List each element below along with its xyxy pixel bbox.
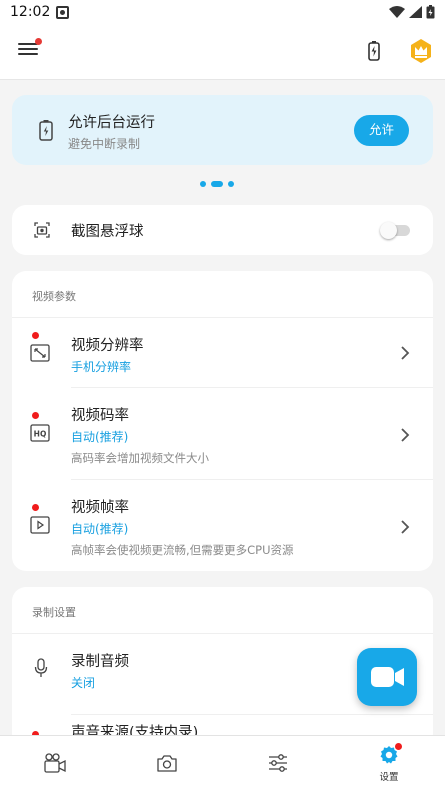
settings-notification-dot <box>395 743 402 750</box>
carousel-indicator <box>200 181 234 187</box>
menu-icon-line <box>18 53 38 55</box>
camera-icon <box>157 755 177 772</box>
background-run-banner: 允许后台运行 避免中断录制 允许 <box>12 95 433 165</box>
chevron-right-icon <box>401 346 410 360</box>
carousel-dot[interactable] <box>200 181 206 187</box>
screen-record-status-icon <box>56 5 70 19</box>
menu-button[interactable] <box>16 38 42 64</box>
nav-screenshots[interactable] <box>137 736 197 791</box>
battery-icon <box>368 41 380 61</box>
carousel-dot[interactable] <box>228 181 234 187</box>
hq-icon: HQ <box>30 424 50 442</box>
bitrate-title: 视频码率 <box>71 408 129 424</box>
framerate-desc: 高帧率会使视频更流畅,但需要更多CPU资源 <box>71 543 294 557</box>
banner-title: 允许后台运行 <box>68 115 155 131</box>
video-camera-icon <box>371 667 404 687</box>
resolution-icon <box>30 344 50 362</box>
signal-icon <box>409 6 422 18</box>
menu-notification-dot <box>35 38 42 45</box>
resolution-value: 手机分辨率 <box>71 360 132 374</box>
bitrate-desc: 高码率会增加视频文件大小 <box>71 451 209 465</box>
microphone-icon <box>34 658 48 677</box>
resolution-title: 视频分辨率 <box>71 338 144 354</box>
nav-videos[interactable] <box>25 736 85 791</box>
new-badge-dot <box>32 504 39 511</box>
record-fab[interactable] <box>357 648 417 706</box>
video-params-card: 视频参数 视频分辨率 手机分辨率 HQ 视频码率 自动(推荐) 高码率会增加视频… <box>12 271 433 571</box>
screenshot-floating-ball-card[interactable]: 截图悬浮球 <box>12 205 433 255</box>
carousel-dot-active[interactable] <box>211 181 223 187</box>
framerate-row[interactable]: 视频帧率 自动(推荐) 高帧率会使视频更流畅,但需要更多CPU资源 <box>12 480 433 571</box>
status-bar: 12:02 <box>0 0 445 24</box>
battery-status-icon <box>426 5 435 19</box>
new-badge-dot <box>32 412 39 419</box>
floating-ball-toggle[interactable] <box>380 222 412 239</box>
banner-subtitle: 避免中断录制 <box>68 137 141 151</box>
record-audio-title: 录制音频 <box>71 654 129 670</box>
bitrate-value: 自动(推荐) <box>71 430 129 444</box>
video-camera-nav-icon <box>44 753 66 773</box>
crown-icon <box>411 39 431 63</box>
nav-settings[interactable]: 设置 <box>359 736 419 791</box>
wifi-icon <box>389 6 405 18</box>
battery-charging-icon <box>39 120 53 141</box>
video-params-section-title: 视频参数 <box>32 290 76 303</box>
resolution-row[interactable]: 视频分辨率 手机分辨率 <box>12 318 433 387</box>
floating-ball-label: 截图悬浮球 <box>71 224 144 240</box>
bitrate-row[interactable]: HQ 视频码率 自动(推荐) 高码率会增加视频文件大小 <box>12 388 433 479</box>
status-icons <box>389 5 435 19</box>
video-play-icon <box>30 516 50 534</box>
battery-optimization-button[interactable] <box>362 38 386 66</box>
chevron-right-icon <box>401 520 410 534</box>
menu-icon-line <box>18 48 38 50</box>
screenshot-icon <box>34 222 50 238</box>
sliders-icon <box>269 754 287 772</box>
framerate-value: 自动(推荐) <box>71 522 129 536</box>
status-time: 12:02 <box>10 4 51 20</box>
bottom-nav: 设置 <box>0 735 445 791</box>
settings-label: 设置 <box>379 772 399 783</box>
new-badge-dot <box>32 332 39 339</box>
record-settings-section-title: 录制设置 <box>32 606 76 619</box>
record-audio-value: 关闭 <box>71 676 96 690</box>
nav-tools[interactable] <box>248 736 308 791</box>
framerate-title: 视频帧率 <box>71 500 129 516</box>
toggle-knob <box>380 222 397 239</box>
svg-text:HQ: HQ <box>34 430 47 439</box>
chevron-right-icon <box>401 428 410 442</box>
allow-button[interactable]: 允许 <box>354 115 409 146</box>
vip-button[interactable] <box>408 38 434 64</box>
app-bar <box>0 24 445 80</box>
